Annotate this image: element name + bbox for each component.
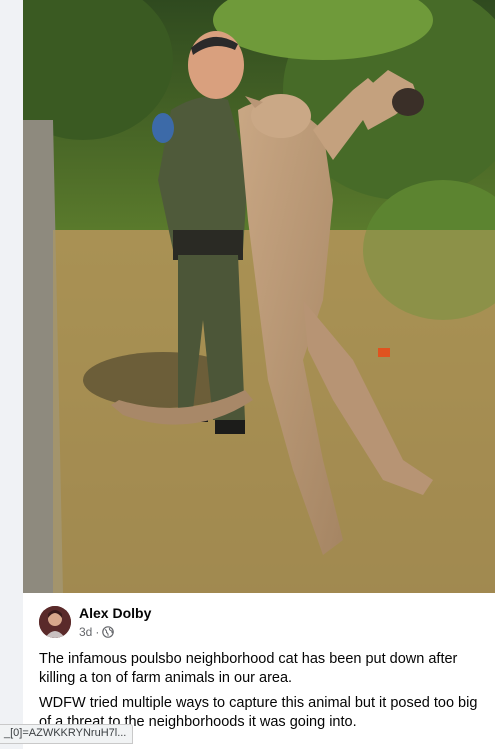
meta-separator: · (95, 625, 100, 639)
post-paragraph-1: The infamous poulsbo neighborhood cat ha… (39, 651, 458, 686)
author-avatar[interactable] (39, 606, 71, 638)
officer-holding-cougar-photo (23, 0, 495, 593)
post-photo[interactable] (23, 0, 495, 593)
author-name[interactable]: Alex Dolby (79, 605, 151, 621)
globe-icon[interactable] (102, 626, 115, 638)
browser-status-url: _[0]=AZWKKRYNruH7l... (0, 724, 134, 744)
page-margin (0, 0, 23, 749)
post-meta: 3d · (79, 625, 115, 639)
profile-picture-icon (39, 606, 71, 638)
facebook-post-card: Alex Dolby 3d · The infamous poulsbo nei… (23, 0, 495, 749)
post-timestamp[interactable]: 3d (79, 625, 92, 639)
